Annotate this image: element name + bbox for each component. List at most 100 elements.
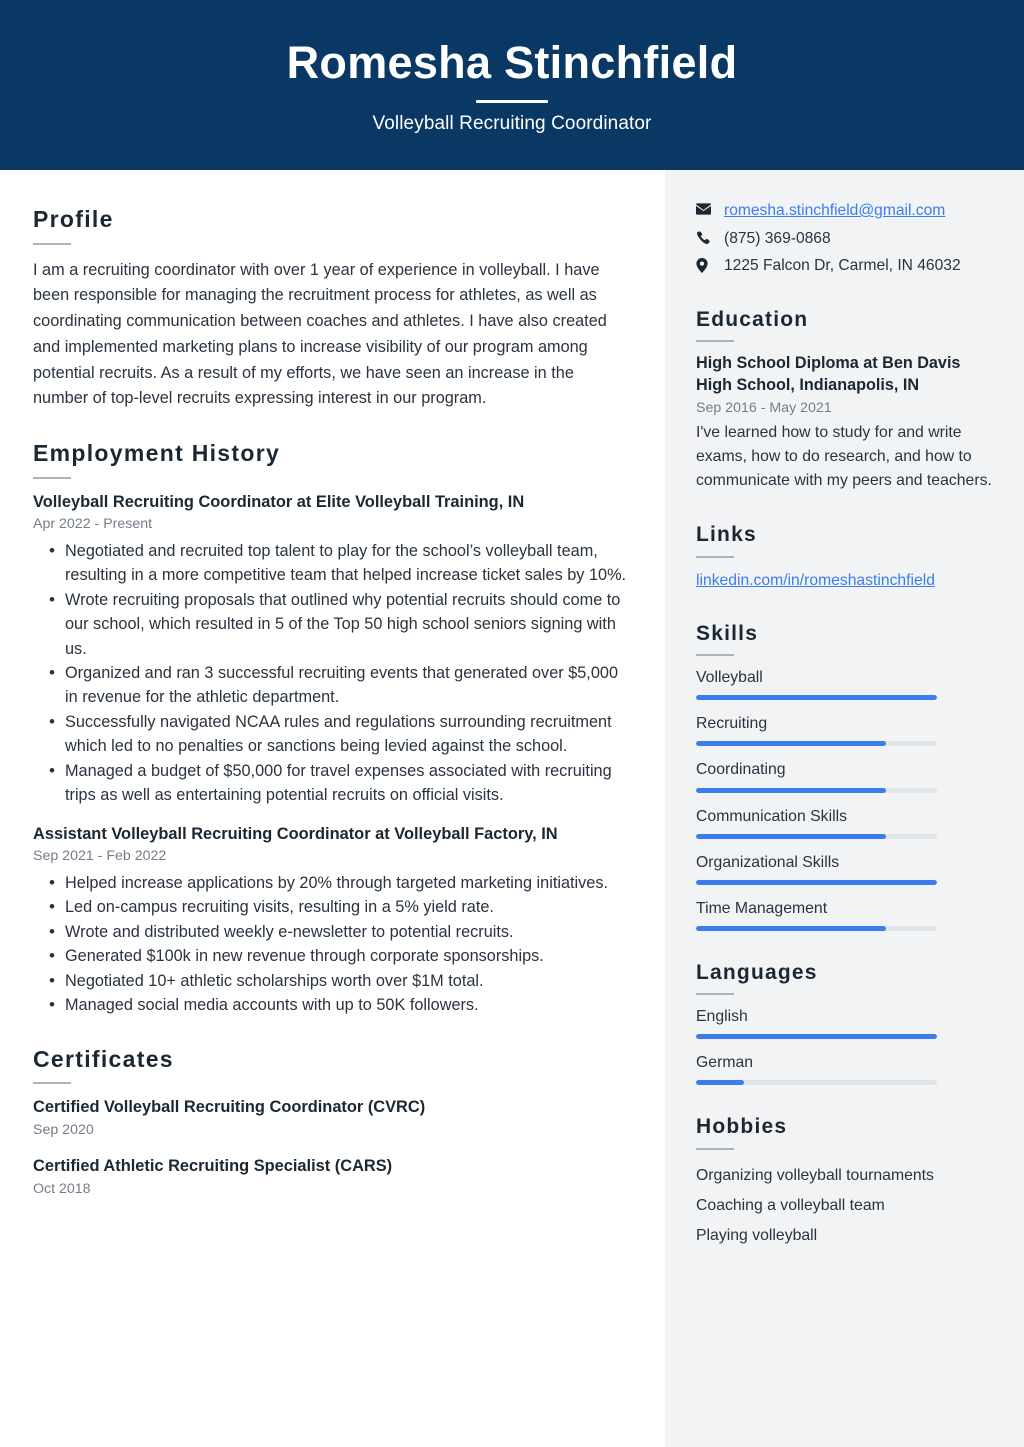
skill-label: Organizational Skills bbox=[696, 853, 840, 871]
section-divider bbox=[696, 993, 734, 996]
hobby-item: Coaching a volleyball team bbox=[696, 1196, 885, 1214]
education-degree: High School Diploma at Ben Davis High Sc… bbox=[696, 354, 961, 394]
skill-item: Organizational Skills bbox=[696, 852, 994, 885]
contact-info: romesha.stinchfield@gmail.com (875) 369-… bbox=[696, 200, 994, 278]
skill-level-track bbox=[696, 833, 937, 839]
section-certificates: Certificates Certified Volleyball Recrui… bbox=[33, 1046, 629, 1200]
list-item: Successfully navigated NCAA rules and re… bbox=[33, 709, 629, 759]
list-item: Generated $100k in new revenue through c… bbox=[33, 943, 629, 969]
email-link[interactable]: romesha.stinchfield@gmail.com bbox=[724, 200, 945, 223]
certificate-name: Certified Athletic Recruiting Specialist… bbox=[33, 1157, 393, 1176]
section-divider bbox=[696, 1147, 734, 1150]
list-item: Negotiated and recruited top talent to p… bbox=[33, 538, 629, 588]
language-level-fill bbox=[696, 1034, 937, 1040]
certificate-entry: Certified Athletic Recruiting Specialist… bbox=[33, 1156, 629, 1199]
certificate-entry: Certified Volleyball Recruiting Coordina… bbox=[33, 1097, 629, 1140]
skill-level-track bbox=[696, 879, 937, 885]
skill-level-fill bbox=[696, 833, 887, 839]
language-item: English bbox=[696, 1006, 994, 1040]
page-title: Romesha Stinchfield bbox=[286, 37, 738, 89]
profile-text: I am a recruiting coordinator with over … bbox=[33, 260, 607, 408]
section-employment-history: Employment History Volleyball Recruiting… bbox=[33, 440, 629, 1018]
section-heading-profile: Profile bbox=[33, 206, 114, 232]
skill-level-fill bbox=[696, 925, 887, 931]
hobby-item: Playing volleyball bbox=[696, 1227, 818, 1245]
education-description: I've learned how to study for and write … bbox=[696, 424, 992, 490]
skill-level-track bbox=[696, 925, 937, 931]
job-dates: Sep 2021 - Feb 2022 bbox=[33, 848, 167, 865]
section-heading-skills: Skills bbox=[696, 622, 759, 646]
skill-label: Recruiting bbox=[696, 715, 768, 733]
linkedin-link[interactable]: linkedin.com/in/romeshastinchfield bbox=[696, 569, 935, 593]
list-item: Wrote and distributed weekly e-newslette… bbox=[33, 919, 629, 945]
contact-row-phone: (875) 369-0868 bbox=[696, 228, 994, 251]
skill-label: Communication Skills bbox=[696, 807, 847, 825]
list-item: Managed social media accounts with up to… bbox=[33, 992, 629, 1018]
section-divider bbox=[33, 1082, 71, 1085]
certificate-date: Sep 2020 bbox=[33, 1121, 94, 1138]
skill-item: Time Management bbox=[696, 898, 994, 931]
phone-icon bbox=[696, 228, 716, 245]
section-divider bbox=[33, 476, 71, 479]
sidebar-column: romesha.stinchfield@gmail.com (875) 369-… bbox=[665, 170, 1024, 1447]
skill-level-fill bbox=[696, 787, 887, 793]
skill-level-fill bbox=[696, 879, 937, 885]
contact-row-address: 1225 Falcon Dr, Carmel, IN 46032 bbox=[696, 255, 994, 278]
section-heading-links: Links bbox=[696, 523, 757, 547]
section-links: Links linkedin.com/in/romeshastinchfield bbox=[696, 522, 994, 592]
envelope-icon bbox=[696, 200, 716, 215]
language-label: German bbox=[696, 1054, 754, 1072]
skill-level-fill bbox=[696, 741, 887, 747]
section-heading-languages: Languages bbox=[696, 960, 818, 984]
language-label: English bbox=[696, 1008, 748, 1026]
skill-item: Communication Skills bbox=[696, 806, 994, 839]
section-profile: Profile I am a recruiting coordinator wi… bbox=[33, 206, 629, 412]
address-value: 1225 Falcon Dr, Carmel, IN 46032 bbox=[724, 257, 961, 275]
skill-label: Volleyball bbox=[696, 669, 763, 687]
resume-body: Profile I am a recruiting coordinator wi… bbox=[0, 170, 1024, 1447]
job-bullet-list: Helped increase applications by 20% thro… bbox=[33, 870, 629, 1018]
skill-level-fill bbox=[696, 695, 937, 701]
job-bullet-list: Negotiated and recruited top talent to p… bbox=[33, 538, 629, 808]
job-title: Volleyball Recruiting Coordinator at Eli… bbox=[33, 492, 525, 511]
skill-level-track bbox=[696, 741, 937, 747]
list-item: Helped increase applications by 20% thro… bbox=[33, 870, 629, 896]
list-item: Led on-campus recruiting visits, resulti… bbox=[33, 894, 629, 920]
section-heading-hobbies: Hobbies bbox=[696, 1115, 788, 1139]
list-item: Wrote recruiting proposals that outlined… bbox=[33, 587, 629, 661]
skill-item: Coordinating bbox=[696, 759, 994, 793]
language-level-track bbox=[696, 1080, 937, 1086]
employment-entry: Volleyball Recruiting Coordinator at Eli… bbox=[33, 492, 629, 808]
skill-level-track bbox=[696, 787, 937, 793]
section-hobbies: Hobbies Organizing volleyball tournament… bbox=[696, 1114, 994, 1251]
skill-label: Coordinating bbox=[696, 761, 786, 779]
skill-item: Volleyball bbox=[696, 667, 994, 701]
list-item: Organized and ran 3 successful recruitin… bbox=[33, 660, 629, 710]
section-divider bbox=[696, 555, 734, 558]
skill-label: Time Management bbox=[696, 899, 828, 917]
main-column: Profile I am a recruiting coordinator wi… bbox=[0, 170, 665, 1447]
education-dates: Sep 2016 - May 2021 bbox=[696, 399, 832, 416]
section-divider bbox=[33, 242, 71, 245]
job-dates: Apr 2022 - Present bbox=[33, 516, 153, 533]
resume-page: Romesha Stinchfield Volleyball Recruitin… bbox=[0, 0, 1024, 1447]
location-pin-icon bbox=[696, 255, 716, 274]
certificate-date: Oct 2018 bbox=[33, 1181, 91, 1198]
phone-value: (875) 369-0868 bbox=[724, 229, 831, 247]
job-title: Assistant Volleyball Recruiting Coordina… bbox=[33, 824, 558, 843]
certificate-name: Certified Volleyball Recruiting Coordina… bbox=[33, 1098, 426, 1117]
section-divider bbox=[696, 340, 734, 343]
language-level-track bbox=[696, 1034, 937, 1040]
section-heading-employment: Employment History bbox=[33, 440, 281, 466]
skill-level-track bbox=[696, 695, 937, 701]
section-divider bbox=[696, 654, 734, 657]
resume-header: Romesha Stinchfield Volleyball Recruitin… bbox=[0, 0, 1024, 170]
header-subtitle: Volleyball Recruiting Coordinator bbox=[372, 112, 652, 134]
hobby-item: Organizing volleyball tournaments bbox=[696, 1166, 934, 1184]
employment-entry: Assistant Volleyball Recruiting Coordina… bbox=[33, 824, 629, 1018]
list-item: Negotiated 10+ athletic scholarships wor… bbox=[33, 968, 629, 994]
list-item: Managed a budget of $50,000 for travel e… bbox=[33, 758, 629, 808]
section-education: Education High School Diploma at Ben Dav… bbox=[696, 307, 994, 494]
section-skills: Skills Volleyball Recruiting Coordinatin… bbox=[696, 621, 994, 931]
language-level-fill bbox=[696, 1080, 745, 1086]
